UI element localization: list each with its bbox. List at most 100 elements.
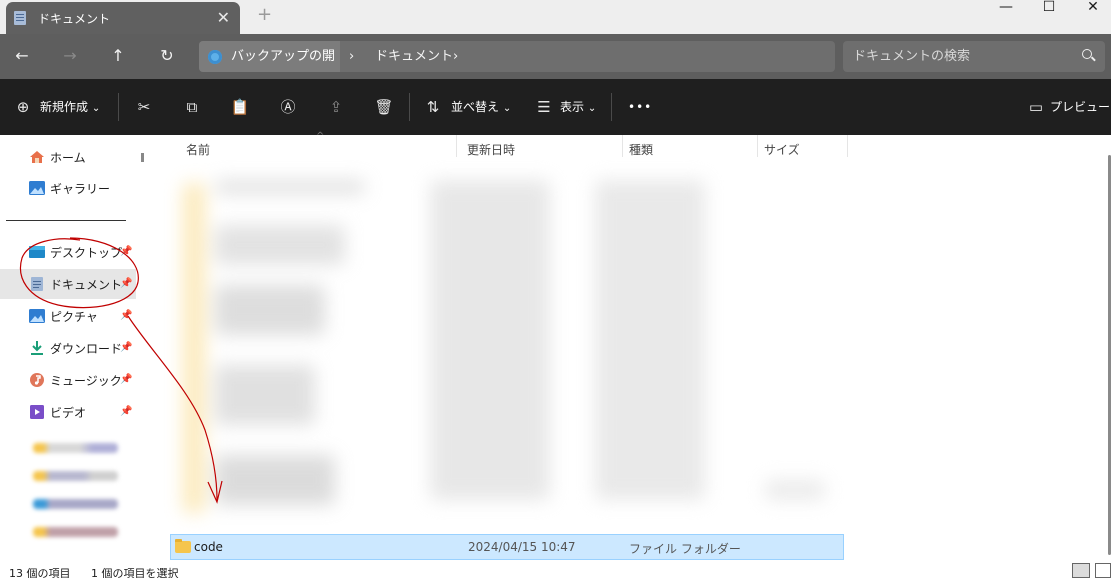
column-header-modified[interactable]: 更新日時 bbox=[467, 141, 515, 158]
breadcrumb-backup[interactable]: バックアップの開始 bbox=[199, 41, 340, 95]
column-header-type[interactable]: 種類 bbox=[629, 141, 653, 158]
new-button[interactable]: 新規作成 ⌄ bbox=[40, 96, 100, 118]
column-header-name[interactable]: 名前 bbox=[186, 141, 210, 158]
pictures-icon bbox=[29, 309, 45, 323]
chevron-down-icon: ⌄ bbox=[502, 103, 512, 114]
details-view-button[interactable] bbox=[1072, 563, 1090, 578]
view-button[interactable]: 表示 ⌄ bbox=[560, 96, 596, 118]
address-bar[interactable]: バックアップの開始 › ドキュメント › bbox=[199, 41, 835, 95]
music-icon bbox=[30, 373, 44, 387]
file-list: ^ 名前 更新日時 種類 サイズ code 2024/04/15 10:47 フ… bbox=[150, 131, 1111, 565]
up-button[interactable]: ↑ bbox=[106, 45, 130, 67]
chevron-down-icon: ⌄ bbox=[91, 103, 101, 114]
maximize-button[interactable]: ☐ bbox=[1031, 0, 1067, 16]
sidebar-item-label: ドキュメント bbox=[50, 278, 123, 292]
column-divider[interactable] bbox=[757, 135, 758, 157]
sidebar-item-label: ビデオ bbox=[50, 406, 87, 420]
search-input[interactable] bbox=[843, 41, 1105, 72]
sidebar-item-label: デスクトップ bbox=[50, 246, 123, 260]
delete-icon[interactable]: 🗑 bbox=[373, 96, 395, 118]
sidebar-item-label: ダウンロード bbox=[50, 342, 123, 356]
toolbar-divider bbox=[611, 93, 612, 121]
title-bar: ドキュメント ✕ + — ☐ ✕ bbox=[0, 0, 1111, 34]
tab-documents[interactable]: ドキュメント ✕ bbox=[6, 2, 240, 34]
more-options-button[interactable]: ••• bbox=[628, 96, 652, 118]
column-divider[interactable] bbox=[847, 135, 848, 157]
search-icon[interactable] bbox=[1082, 49, 1092, 59]
new-button-label: 新規作成 bbox=[40, 100, 89, 114]
column-header-size[interactable]: サイズ bbox=[764, 141, 800, 158]
file-explorer-window: ドキュメント ✕ + — ☐ ✕ ← → ↑ ↻ バックアップの開始 › ドキュ… bbox=[0, 0, 1111, 578]
toolbar-divider bbox=[118, 93, 119, 121]
new-tab-icon[interactable]: + bbox=[257, 4, 272, 25]
sidebar-item-pictures[interactable]: ピクチャ 📌 bbox=[0, 301, 136, 331]
command-bar: ⊕ 新規作成 ⌄ ✂ ⧉ 📋 Ⓐ ⇪ 🗑 ⇅ 並べ替え ⌄ ☰ 表示 ⌄ •••… bbox=[0, 79, 1111, 135]
close-window-button[interactable]: ✕ bbox=[1075, 0, 1111, 16]
view-icon[interactable]: ☰ bbox=[533, 96, 555, 118]
folder-icon bbox=[175, 539, 191, 553]
blurred-folder-item[interactable] bbox=[33, 499, 118, 509]
sidebar-item-label: ピクチャ bbox=[50, 310, 98, 324]
sidebar-item-documents[interactable]: ドキュメント 📌 bbox=[0, 269, 136, 299]
sidebar-item-label: ホーム bbox=[50, 151, 86, 165]
refresh-button[interactable]: ↻ bbox=[155, 45, 179, 67]
sidebar-item-downloads[interactable]: ダウンロード 📌 bbox=[0, 333, 136, 363]
breadcrumb-chevron-icon[interactable]: › bbox=[349, 41, 354, 72]
blurred-folder-item[interactable] bbox=[33, 527, 118, 537]
download-icon bbox=[31, 341, 43, 355]
blurred-folder-item[interactable] bbox=[33, 443, 118, 453]
sidebar-item-desktop[interactable]: デスクトップ 📌 bbox=[0, 237, 136, 267]
column-divider[interactable] bbox=[456, 135, 457, 157]
breadcrumb-chevron-icon[interactable]: › bbox=[453, 41, 458, 72]
sidebar-scrollbar[interactable] bbox=[141, 153, 144, 162]
sort-ascending-icon: ^ bbox=[316, 131, 325, 142]
tiles-view-button[interactable] bbox=[1095, 563, 1111, 578]
status-bar: 13 個の項目 1 個の項目を選択 bbox=[0, 562, 1111, 578]
tab-title: ドキュメント bbox=[38, 11, 111, 26]
preview-button[interactable]: プレビュー bbox=[1050, 96, 1110, 118]
share-icon[interactable]: ⇪ bbox=[325, 96, 347, 118]
cut-icon[interactable]: ✂ bbox=[133, 96, 155, 118]
minimize-button[interactable]: — bbox=[988, 0, 1024, 16]
blurred-file-rows[interactable] bbox=[175, 175, 835, 565]
sort-button-label: 並べ替え bbox=[451, 100, 500, 114]
blurred-folder-item[interactable] bbox=[33, 471, 118, 481]
pin-icon[interactable]: 📌 bbox=[120, 278, 132, 289]
column-divider[interactable] bbox=[622, 135, 623, 157]
sidebar-item-home[interactable]: ホーム bbox=[0, 142, 136, 172]
paste-icon[interactable]: 📋 bbox=[229, 96, 251, 118]
documents-icon bbox=[31, 277, 43, 291]
pin-icon[interactable]: 📌 bbox=[120, 406, 132, 417]
pin-icon[interactable]: 📌 bbox=[120, 246, 132, 257]
sidebar-item-gallery[interactable]: ギャラリー bbox=[0, 173, 136, 203]
chevron-down-icon: ⌄ bbox=[587, 103, 597, 114]
file-modified: 2024/04/15 10:47 bbox=[468, 540, 576, 554]
forward-button[interactable]: → bbox=[58, 45, 82, 67]
new-plus-icon[interactable]: ⊕ bbox=[12, 96, 34, 118]
view-button-label: 表示 bbox=[560, 100, 585, 114]
video-icon bbox=[30, 405, 44, 419]
sort-button[interactable]: 並べ替え ⌄ bbox=[451, 96, 511, 118]
sidebar-item-videos[interactable]: ビデオ 📌 bbox=[0, 397, 136, 427]
pin-icon[interactable]: 📌 bbox=[120, 310, 132, 321]
preview-pane-icon[interactable]: ▭ bbox=[1025, 96, 1047, 118]
sidebar-divider bbox=[6, 220, 126, 221]
navigation-pane: ホーム ギャラリー デスクトップ 📌 ドキュメント 📌 ピクチャ 📌 ダウンロー… bbox=[0, 135, 136, 562]
document-icon bbox=[14, 11, 26, 25]
address-bar-row: ← → ↑ ↻ バックアップの開始 › ドキュメント › bbox=[0, 34, 1111, 95]
rename-icon[interactable]: Ⓐ bbox=[277, 96, 299, 118]
breadcrumb-documents[interactable]: ドキュメント bbox=[375, 41, 453, 72]
sort-icon[interactable]: ⇅ bbox=[422, 96, 444, 118]
toolbar-divider bbox=[409, 93, 410, 121]
table-row[interactable]: code 2024/04/15 10:47 ファイル フォルダー bbox=[170, 534, 844, 560]
pin-icon[interactable]: 📌 bbox=[120, 374, 132, 385]
sidebar-item-label: ミュージック bbox=[50, 374, 122, 388]
pin-icon[interactable]: 📌 bbox=[120, 342, 132, 353]
copy-icon[interactable]: ⧉ bbox=[181, 96, 203, 118]
tab-close-icon[interactable]: ✕ bbox=[217, 8, 230, 27]
home-icon bbox=[30, 151, 44, 163]
file-name: code bbox=[194, 540, 223, 554]
back-button[interactable]: ← bbox=[10, 45, 34, 67]
sidebar-item-music[interactable]: ミュージック 📌 bbox=[0, 365, 136, 395]
gallery-icon bbox=[29, 181, 45, 195]
